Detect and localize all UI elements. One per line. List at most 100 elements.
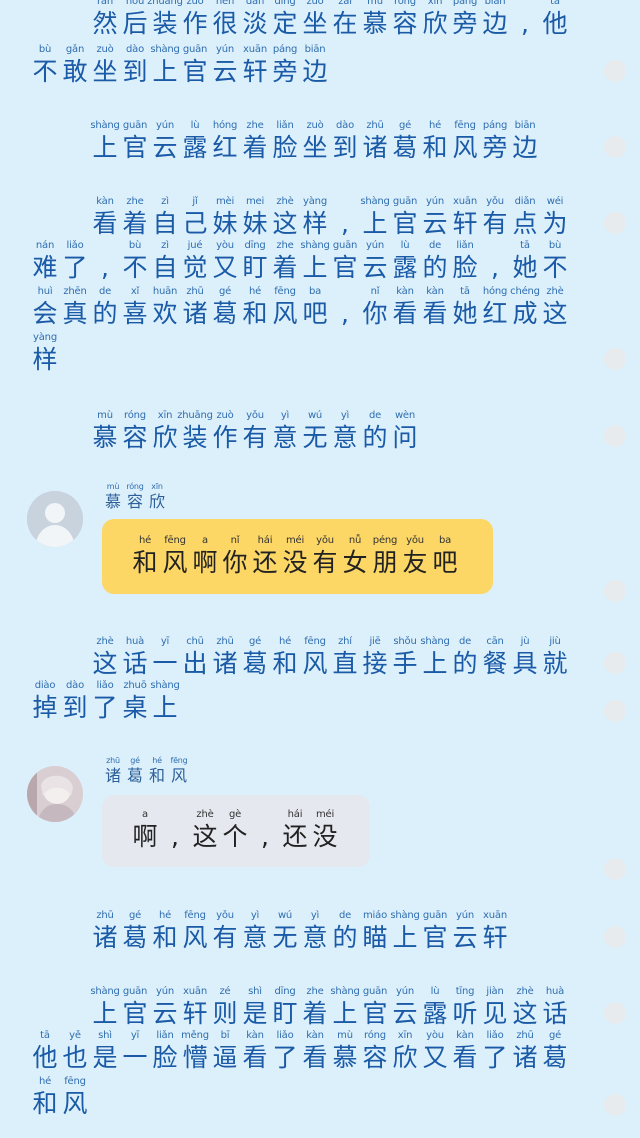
punctuation: ,: [160, 809, 190, 853]
pinyin: gé: [548, 1030, 562, 1041]
hanzi: 一: [122, 1043, 148, 1072]
hanzi-with-pinyin: tīng 听: [450, 986, 480, 1030]
hanzi-with-pinyin: xuān 轩: [240, 44, 270, 88]
hanzi: 她: [452, 299, 478, 328]
hanzi-with-pinyin: tā 他: [540, 0, 570, 40]
hanzi: 是: [92, 1043, 118, 1072]
avatar-zhugehefeng[interactable]: [27, 766, 83, 822]
hanzi: 官: [422, 923, 448, 952]
pinyin: yàng: [303, 196, 327, 207]
pinyin: yǒu: [216, 910, 234, 921]
hanzi: 后: [122, 9, 148, 38]
hanzi-with-pinyin: yì 意: [270, 410, 300, 454]
hanzi: 官: [182, 57, 208, 86]
pinyin: shàng: [90, 986, 120, 997]
hanzi-with-pinyin: měng 懵: [180, 1030, 210, 1074]
pinyin: zhuāng: [177, 410, 213, 421]
hanzi-with-pinyin: páng 旁: [480, 120, 510, 164]
pinyin: nǐ: [230, 534, 240, 546]
hanzi: 轩: [242, 57, 268, 86]
hanzi: 风: [162, 547, 188, 577]
hanzi-with-pinyin: kàn 看: [450, 1030, 480, 1074]
pinyin: chū: [186, 636, 204, 647]
pinyin: yǒu: [316, 534, 334, 546]
pinyin: zuò: [306, 0, 324, 7]
pinyin: mù: [106, 482, 120, 491]
hanzi: 妹: [242, 209, 268, 238]
pinyin: hěn: [215, 0, 235, 7]
hanzi: 云: [362, 253, 388, 282]
hanzi: 看: [392, 299, 418, 328]
hanzi: 他: [542, 9, 568, 38]
character-avatar-icon: [27, 766, 83, 822]
hanzi: 了: [482, 1043, 508, 1072]
hanzi-with-pinyin: dīng 盯: [240, 240, 270, 284]
pinyin: kàn: [96, 196, 114, 207]
hanzi-with-pinyin: zhū 诸: [102, 756, 124, 786]
avatar-murongxin[interactable]: [27, 491, 83, 547]
pinyin: xīn: [427, 0, 443, 7]
pinyin: a: [142, 809, 148, 820]
hanzi-with-pinyin: hái 还: [280, 809, 310, 853]
hanzi-with-pinyin: de 的: [420, 240, 450, 284]
pinyin: zhí: [338, 636, 352, 647]
hanzi-with-pinyin: zhēn 真: [60, 286, 90, 330]
hanzi-with-pinyin: guān 官: [420, 910, 450, 954]
pinyin: liǎo: [96, 680, 114, 691]
pinyin: dào: [126, 44, 144, 55]
pinyin: páng: [452, 0, 478, 7]
hanzi-with-pinyin: zhuāng 装: [177, 410, 213, 454]
hanzi: 露: [422, 999, 448, 1028]
pinyin: gé: [248, 636, 262, 647]
hanzi-with-pinyin: zhí 直: [330, 636, 360, 680]
hanzi: 会: [32, 299, 58, 328]
hanzi-with-pinyin: liǎo 了: [90, 680, 120, 724]
hanzi: 就: [542, 649, 568, 678]
hanzi: 和: [422, 133, 448, 162]
hanzi: 直: [332, 649, 358, 678]
hanzi: 上: [392, 923, 418, 952]
pinyin: yì: [310, 910, 320, 921]
hanzi-with-pinyin: de 的: [90, 286, 120, 330]
hanzi: ,: [341, 299, 349, 328]
scroll-dot: [604, 60, 626, 82]
hanzi: 脸: [272, 133, 298, 162]
hanzi: 懵: [182, 1043, 208, 1072]
hanzi-with-pinyin: zhū 诸: [360, 120, 390, 164]
pinyin: huà: [125, 636, 145, 647]
pinyin: fēng: [64, 1076, 86, 1087]
pinyin: méi: [315, 809, 335, 820]
punctuation: ,: [510, 0, 540, 40]
hanzi: 作: [212, 423, 238, 452]
hanzi-with-pinyin: zuò 坐: [300, 0, 330, 40]
scroll-dot: [604, 700, 626, 722]
hanzi: 着: [122, 209, 148, 238]
hanzi: 官: [392, 209, 418, 238]
hanzi-with-pinyin: péng 朋: [370, 535, 400, 579]
hanzi: 露: [392, 253, 418, 282]
hanzi-with-pinyin: xīn 欣: [150, 410, 180, 454]
chat-bubble-2-text: a 啊, zhè 这 gè 个, hái 还 méi 没: [130, 809, 340, 853]
pinyin: xīn: [397, 1030, 413, 1041]
hanzi: 诸: [182, 299, 208, 328]
hanzi: 一: [152, 649, 178, 678]
pinyin: mù: [97, 410, 113, 421]
hanzi: 旁: [272, 57, 298, 86]
hanzi: 听: [452, 999, 478, 1028]
pinyin: hé: [152, 756, 162, 765]
hanzi: 葛: [212, 299, 238, 328]
hanzi: 为: [542, 209, 568, 238]
pinyin: yì: [250, 910, 260, 921]
hanzi-with-pinyin: tā 她: [510, 240, 540, 284]
hanzi-with-pinyin: zé 则: [210, 986, 240, 1030]
hanzi: 上: [362, 209, 388, 238]
story-line-9: zhè 这 huà 话 yī 一 chū 出 zhū 诸 gé 葛 hé 和 fēng 风 zhí 直 jiē 接 sh…: [90, 636, 570, 680]
hanzi: 你: [222, 547, 248, 577]
hanzi: 的: [422, 253, 448, 282]
hanzi-with-pinyin: kàn 看: [240, 1030, 270, 1074]
chat-bubble-1-text: hé 和 fēng 风 a 啊 nǐ 你 hái 还 méi 没 yǒu 有 nǚ 女 péng 朋 yǒu 友 ba 吧: [130, 535, 460, 579]
pinyin: zé: [219, 986, 231, 997]
hanzi: 成: [512, 299, 538, 328]
hanzi-with-pinyin: yún 云: [150, 986, 180, 1030]
hanzi: 不: [32, 57, 58, 86]
